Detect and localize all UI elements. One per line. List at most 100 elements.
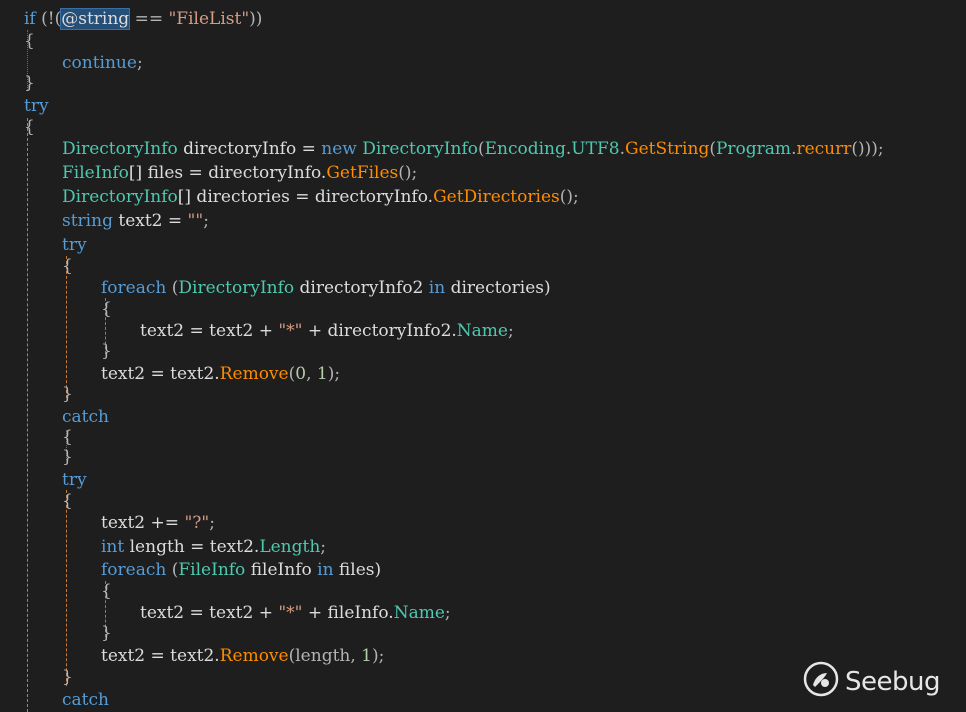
number-literal: 1 xyxy=(316,364,328,384)
number-literal: 0 xyxy=(295,364,307,384)
identifier: text2 += xyxy=(101,513,185,533)
type-name: Program xyxy=(715,139,792,159)
property: UTF8 xyxy=(571,139,620,159)
code-line: FileInfo[] files = directoryInfo.GetFile… xyxy=(62,162,417,184)
punctuation: ; xyxy=(508,321,514,341)
code-line: int length = text2.Length; xyxy=(101,536,326,558)
code-line: text2 += "?"; xyxy=(101,512,215,534)
type-name: DirectoryInfo xyxy=(362,139,478,159)
punctuation: , xyxy=(306,364,317,384)
punctuation: ( xyxy=(477,139,485,159)
code-editor[interactable]: if (!(@string == "FileList")) { continue… xyxy=(0,0,966,712)
code-line: text2 = text2.Remove(length, 1); xyxy=(101,645,384,667)
property: Length xyxy=(259,537,321,557)
keyword: if xyxy=(24,9,36,29)
code-line: foreach (DirectoryInfo directoryInfo2 in… xyxy=(101,277,551,299)
code-line: } xyxy=(101,341,112,361)
code-line: { xyxy=(62,491,73,511)
keyword: foreach xyxy=(101,560,167,580)
punctuation: ; xyxy=(320,537,327,557)
property: Name xyxy=(393,603,445,623)
identifier: fileInfo xyxy=(245,560,318,580)
punctuation: ; xyxy=(136,53,143,73)
keyword: in xyxy=(317,560,334,580)
code-line: { xyxy=(101,299,112,319)
type-name: FileInfo xyxy=(178,560,246,580)
punctuation: (); xyxy=(559,187,579,207)
punctuation: (!( xyxy=(35,9,62,29)
identifier: + directoryInfo2. xyxy=(302,321,457,341)
number-literal: 1 xyxy=(361,646,372,666)
seebug-bug-icon xyxy=(803,661,839,702)
punctuation: (); xyxy=(398,163,418,183)
code-line: if (!(@string == "FileList")) xyxy=(24,8,262,30)
identifier: [] files = directoryInfo. xyxy=(128,163,327,183)
keyword: string xyxy=(62,211,113,231)
identifier: [] directories = directoryInfo. xyxy=(177,187,434,207)
code-line: DirectoryInfo directoryInfo = new Direct… xyxy=(62,138,884,160)
type-name: DirectoryInfo xyxy=(62,187,178,207)
code-line: foreach (FileInfo fileInfo in files) xyxy=(101,559,381,581)
indent-guide xyxy=(66,490,67,686)
keyword: foreach xyxy=(101,278,167,298)
identifier: directories) xyxy=(445,278,551,298)
code-line: { xyxy=(62,427,73,447)
code-line: { xyxy=(24,117,35,137)
code-line: try xyxy=(24,96,49,116)
method-name: GetString xyxy=(624,139,710,159)
code-line: string text2 = ""; xyxy=(62,210,209,232)
punctuation: ); xyxy=(327,364,341,384)
seebug-watermark: Seebug xyxy=(803,661,940,702)
type-name: FileInfo xyxy=(62,163,129,183)
keyword: continue xyxy=(62,53,137,73)
code-line: } xyxy=(101,623,112,643)
selected-text[interactable]: @string xyxy=(60,8,131,30)
indent-guide xyxy=(66,256,67,398)
punctuation: ); xyxy=(372,646,385,666)
string-literal: "*" xyxy=(278,321,303,341)
string-literal: "" xyxy=(187,211,204,231)
keyword: int xyxy=(101,537,125,557)
watermark-text: Seebug xyxy=(845,666,940,697)
punctuation: ; xyxy=(203,211,209,231)
method-name: recurr xyxy=(796,139,852,159)
code-line: text2 = text2 + "*" + fileInfo.Name; xyxy=(140,602,451,624)
code-line: text2 = text2 + "*" + directoryInfo2.Nam… xyxy=(140,320,514,342)
punctuation: ; xyxy=(444,603,451,623)
method-name: GetFiles xyxy=(326,163,399,183)
code-line: catch xyxy=(62,690,109,710)
punctuation: ( xyxy=(166,278,179,298)
string-literal: "?" xyxy=(184,513,210,533)
code-line: catch xyxy=(62,407,109,427)
type-name: DirectoryInfo xyxy=(178,278,295,298)
punctuation: (length, xyxy=(288,646,362,666)
code-line: } xyxy=(62,667,73,687)
code-line: try xyxy=(62,470,87,490)
identifier: text2 = text2 + xyxy=(140,321,279,341)
identifier: + fileInfo. xyxy=(302,603,394,623)
identifier: length = text2. xyxy=(124,537,260,557)
identifier: text2 = text2. xyxy=(101,646,220,666)
type-name: Encoding xyxy=(484,139,566,159)
code-line: try xyxy=(62,235,87,255)
code-line: continue; xyxy=(62,52,143,74)
identifier: directoryInfo2 xyxy=(294,278,429,298)
code-line: DirectoryInfo[] directories = directoryI… xyxy=(62,186,579,208)
code-line: } xyxy=(62,447,73,467)
code-line: text2 = text2.Remove(0, 1); xyxy=(101,363,340,385)
identifier: directoryInfo = xyxy=(177,139,322,159)
identifier: text2 = text2 + xyxy=(140,603,279,623)
identifier: text2 = xyxy=(112,211,188,231)
identifier: text2 = text2. xyxy=(101,364,220,384)
punctuation: ; xyxy=(209,513,215,533)
string-literal: "FileList" xyxy=(168,9,250,29)
punctuation: ())); xyxy=(851,139,884,159)
operator: == xyxy=(129,9,169,29)
keyword: in xyxy=(428,278,446,298)
method-name: Remove xyxy=(219,364,289,384)
indent-guide xyxy=(27,118,28,712)
keyword: new xyxy=(321,139,357,159)
code-line: { xyxy=(101,581,112,601)
method-name: Remove xyxy=(219,646,289,666)
property: Name xyxy=(456,321,508,341)
